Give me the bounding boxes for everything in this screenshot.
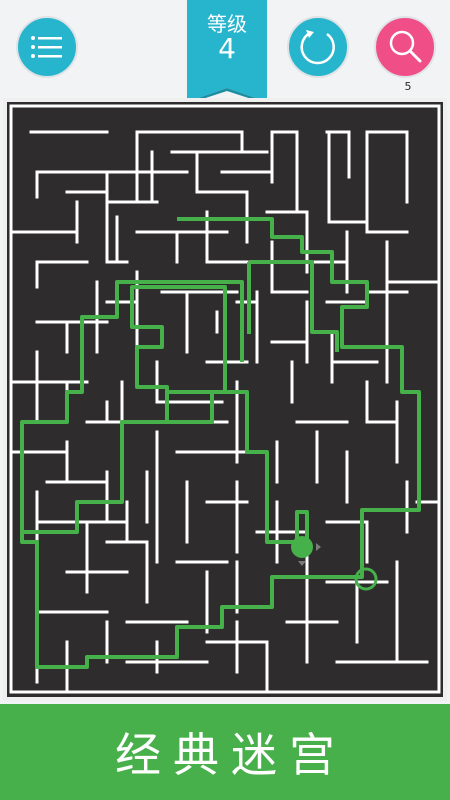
hint-button[interactable] [374,16,436,78]
top-bar: 等级 4 5 [0,0,450,104]
level-number: 4 [218,32,236,65]
player-marker[interactable] [291,536,313,558]
banner-title: 经典迷宫 [115,728,347,782]
search-icon [389,30,422,63]
title-banner: 经典迷宫 [0,704,450,800]
refresh-icon [300,30,335,65]
maze-board[interactable] [7,102,443,697]
menu-button[interactable] [16,16,78,78]
menu-icon [31,36,62,58]
hint-count: 5 [404,80,412,93]
reset-button[interactable] [287,16,349,78]
